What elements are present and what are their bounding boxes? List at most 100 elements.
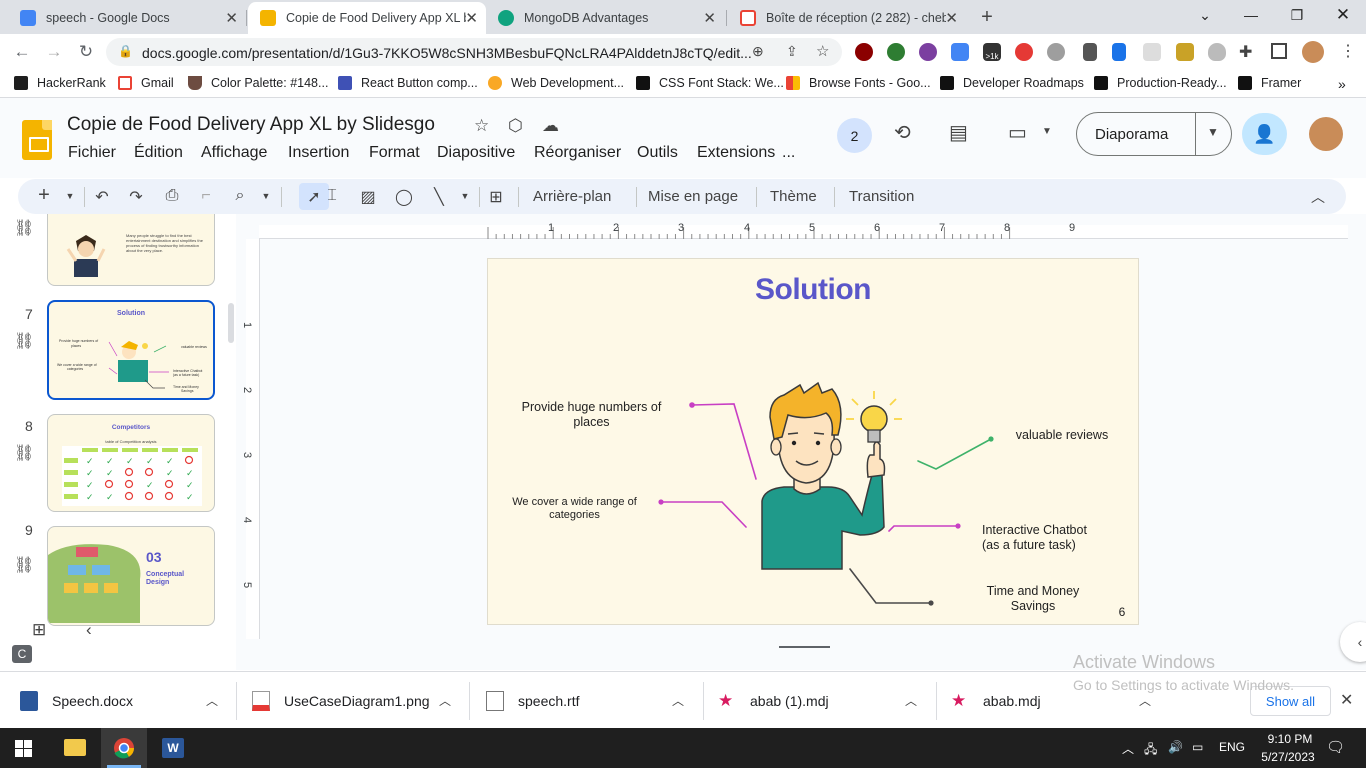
bookmark-gmail[interactable]: Gmail bbox=[118, 76, 174, 90]
clock-date[interactable]: 5/27/2023 bbox=[1256, 750, 1320, 764]
comment-add-icon[interactable]: ⊞ bbox=[486, 187, 506, 207]
download-item-speech-docx[interactable]: Speech.docx ︿ bbox=[20, 672, 230, 729]
filmstrip-scrollbar[interactable] bbox=[228, 303, 234, 343]
grid-view-icon[interactable]: ⊞ bbox=[32, 620, 46, 640]
new-tab-plus-icon[interactable]: + bbox=[976, 6, 998, 28]
label-time-money[interactable]: Time and Money Savings bbox=[977, 584, 1089, 614]
forward-arrow-icon[interactable]: → bbox=[42, 40, 66, 64]
close-downloads-icon[interactable]: ✕ bbox=[1340, 690, 1353, 710]
bug-icon[interactable] bbox=[1047, 43, 1065, 61]
bookmarks-overflow-icon[interactable]: » bbox=[1338, 76, 1346, 92]
menu-format[interactable]: Format bbox=[369, 144, 420, 162]
profile-avatar[interactable] bbox=[1302, 41, 1324, 63]
word-taskbar-icon[interactable]: W bbox=[162, 738, 184, 758]
extension-blue-icon[interactable] bbox=[1112, 43, 1126, 61]
css-viewer-icon[interactable] bbox=[1143, 43, 1161, 61]
slide-thumbnail-8[interactable]: Competitors table of Competition analysi… bbox=[47, 414, 215, 512]
file-explorer-icon[interactable] bbox=[64, 739, 86, 756]
label-reviews[interactable]: valuable reviews bbox=[1000, 428, 1124, 443]
bookmark-hackerrank[interactable]: HackerRank bbox=[14, 76, 106, 90]
chevron-up-icon[interactable]: ︿ bbox=[905, 692, 917, 709]
language-indicator[interactable]: ENG bbox=[1219, 740, 1245, 754]
collapse-toolbar-chevron-icon[interactable]: ︿ bbox=[1308, 187, 1328, 207]
menu-insertion[interactable]: Insertion bbox=[288, 144, 349, 162]
bookmark-developer-roadmaps[interactable]: Developer Roadmaps bbox=[940, 76, 1084, 90]
menu-more[interactable]: ... bbox=[782, 144, 795, 162]
new-slide-dropdown-icon[interactable]: ▼ bbox=[60, 191, 80, 201]
tab-mongodb[interactable]: MongoDB Advantages ✕ bbox=[486, 2, 724, 34]
meet-dropdown-icon[interactable]: ▼ bbox=[1042, 126, 1052, 137]
share-icon[interactable]: ⇪ bbox=[786, 43, 798, 60]
chevron-up-icon[interactable]: ︿ bbox=[206, 692, 218, 709]
zoom-dropdown-icon[interactable]: ▼ bbox=[256, 191, 276, 201]
collaborators-badge[interactable]: 2 bbox=[837, 118, 872, 153]
menu-diapositive[interactable]: Diapositive bbox=[437, 144, 515, 162]
translate-icon[interactable] bbox=[951, 43, 969, 61]
theme-button[interactable]: Thème bbox=[770, 188, 817, 205]
battery-icon[interactable]: ▭ bbox=[1192, 740, 1203, 754]
download-item-abab1-mdj[interactable]: ★ abab (1).mdj ︿ bbox=[718, 672, 928, 729]
tab-gmail[interactable]: Boîte de réception (2 282) - cheb ✕ bbox=[728, 2, 966, 34]
bookmark-react-button[interactable]: React Button comp... bbox=[338, 76, 478, 90]
maximize-button[interactable]: ❐ bbox=[1274, 0, 1320, 30]
menu-edition[interactable]: Édition bbox=[134, 144, 183, 162]
tray-chevron-icon[interactable]: ︿ bbox=[1122, 740, 1134, 757]
comments-icon[interactable]: ▤ bbox=[949, 120, 968, 145]
clock-time[interactable]: 9:10 PM bbox=[1260, 732, 1320, 746]
bookmark-browse-fonts[interactable]: Browse Fonts - Goo... bbox=[786, 76, 931, 90]
bookmark-color-palette[interactable]: Color Palette: #148... bbox=[188, 76, 328, 90]
shield-icon[interactable] bbox=[1208, 43, 1226, 61]
share-add-person-icon[interactable]: 👤 bbox=[1242, 113, 1287, 155]
back-arrow-icon[interactable]: ← bbox=[10, 40, 34, 64]
collapse-filmstrip-icon[interactable]: ‹ bbox=[86, 620, 92, 640]
menu-extensions[interactable]: Extensions bbox=[697, 144, 775, 162]
cloud-saved-icon[interactable]: ☁ bbox=[542, 116, 559, 136]
redo-icon[interactable]: ↷ bbox=[126, 187, 146, 207]
move-icon[interactable]: ⬡ bbox=[508, 116, 523, 136]
slide-thumbnail-9[interactable]: 03 Conceptual Design bbox=[47, 526, 215, 626]
chevron-up-icon[interactable]: ︿ bbox=[1139, 692, 1151, 709]
slideshow-dropdown-icon[interactable]: ▼ bbox=[1207, 125, 1219, 139]
eyedropper-icon[interactable] bbox=[1083, 43, 1097, 61]
chevron-up-icon[interactable]: ︿ bbox=[439, 692, 451, 709]
notifications-icon[interactable]: 🗨 bbox=[1326, 738, 1345, 756]
download-item-speech-rtf[interactable]: speech.rtf ︿ bbox=[486, 672, 696, 729]
image-icon[interactable]: ▨ bbox=[358, 187, 378, 207]
star-icon[interactable]: ☆ bbox=[474, 116, 489, 136]
shape-icon[interactable]: ◯ bbox=[394, 187, 414, 207]
chevron-up-icon[interactable]: ︿ bbox=[672, 692, 684, 709]
transition-button[interactable]: Transition bbox=[849, 188, 914, 205]
volume-icon[interactable]: 🔊 bbox=[1168, 740, 1183, 754]
bookmark-star-icon[interactable]: ☆ bbox=[816, 42, 829, 60]
extension-badge-icon[interactable]: >1k bbox=[983, 43, 1001, 61]
close-tab-icon[interactable]: ✕ bbox=[945, 9, 958, 27]
windows-start-icon[interactable] bbox=[15, 740, 32, 757]
network-icon[interactable]: 🖧 bbox=[1144, 740, 1157, 761]
undo-icon[interactable]: ↶ bbox=[92, 187, 112, 207]
extension-red-icon[interactable] bbox=[1015, 43, 1033, 61]
slide-thumbnail-6[interactable]: Many people struggle to find the best en… bbox=[47, 214, 215, 286]
text-box-icon[interactable]: ⌶ bbox=[321, 187, 343, 205]
slideshow-button[interactable]: Diaporama bbox=[1095, 126, 1168, 143]
tab-speech-docs[interactable]: speech - Google Docs ✕ bbox=[8, 2, 246, 34]
extensions-puzzle-icon[interactable]: ✚ bbox=[1239, 42, 1252, 62]
menu-reorganiser[interactable]: Réorganiser bbox=[534, 144, 621, 162]
folder-extension-icon[interactable] bbox=[1176, 43, 1194, 61]
menu-outils[interactable]: Outils bbox=[637, 144, 678, 162]
tab-search-chevron-icon[interactable]: ⌄ bbox=[1182, 0, 1228, 30]
presentation-title[interactable]: Copie de Food Delivery App XL by Slidesg… bbox=[67, 114, 435, 136]
close-tab-icon[interactable]: ✕ bbox=[225, 9, 238, 27]
meet-video-icon[interactable]: ▭ bbox=[1008, 120, 1027, 145]
bookmark-web-development[interactable]: Web Development... bbox=[488, 76, 624, 90]
app-icon[interactable]: C bbox=[12, 645, 32, 663]
user-avatar[interactable] bbox=[1309, 117, 1343, 151]
line-dropdown-icon[interactable]: ▼ bbox=[455, 191, 475, 201]
label-places[interactable]: Provide huge numbers of places bbox=[504, 400, 679, 430]
zoom-icon[interactable]: ⊕ bbox=[752, 43, 764, 60]
download-item-usecase-png[interactable]: UseCaseDiagram1.png ︿ bbox=[252, 672, 462, 729]
layout-button[interactable]: Mise en page bbox=[648, 188, 738, 205]
menu-affichage[interactable]: Affichage bbox=[201, 144, 267, 162]
bookmark-production-ready[interactable]: Production-Ready... bbox=[1094, 76, 1227, 90]
label-chatbot[interactable]: Interactive Chatbot (as a future task) bbox=[982, 523, 1132, 553]
omnibox[interactable]: 🔒 docs.google.com/presentation/d/1Gu3-7K… bbox=[106, 38, 842, 66]
